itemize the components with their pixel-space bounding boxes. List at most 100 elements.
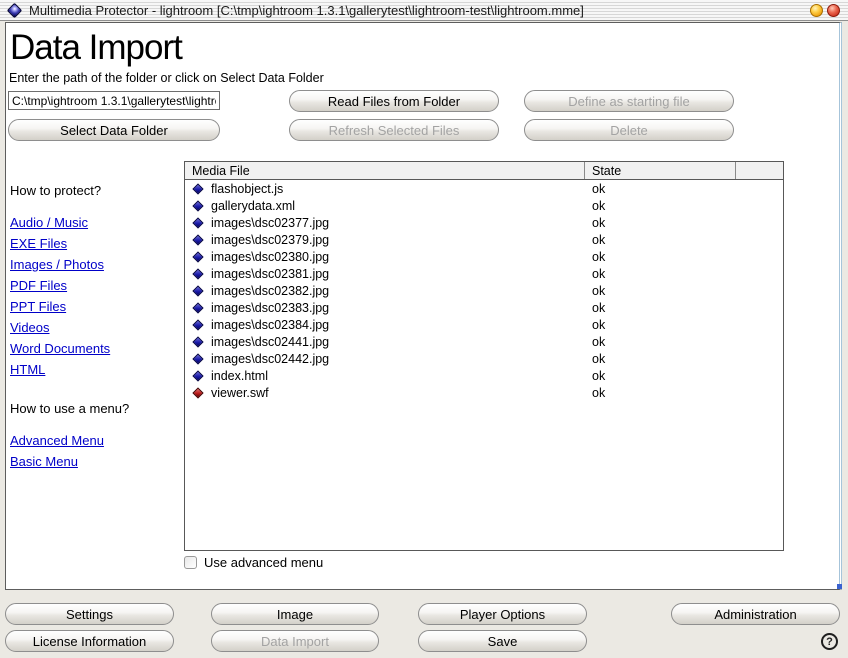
folder-path-input[interactable] [8, 91, 220, 110]
sidebar-link-row: Advanced Menu [10, 433, 182, 454]
administration-button[interactable]: Administration [671, 603, 840, 625]
file-cell: images\dsc02442.jpg [185, 352, 584, 366]
file-state: ok [584, 233, 735, 247]
sidebar-link[interactable]: Videos [10, 320, 50, 335]
file-diamond-icon [192, 336, 203, 347]
file-diamond-icon [192, 353, 203, 364]
file-cell: images\dsc02384.jpg [185, 318, 584, 332]
menu-links: Advanced Menu Basic Menu [10, 433, 182, 475]
sidebar-link[interactable]: Advanced Menu [10, 433, 104, 448]
page-subtitle: Enter the path of the folder or click on… [9, 71, 324, 85]
file-name: images\dsc02384.jpg [211, 318, 329, 332]
file-name: index.html [211, 369, 268, 383]
refresh-selected-files-button: Refresh Selected Files [289, 119, 499, 141]
state-column-header[interactable]: State [584, 162, 735, 179]
sidebar-link[interactable]: PPT Files [10, 299, 66, 314]
sidebar-link-row: Basic Menu [10, 454, 182, 475]
protect-heading: How to protect? [10, 183, 182, 199]
image-button[interactable]: Image [211, 603, 379, 625]
file-state: ok [584, 182, 735, 196]
settings-button[interactable]: Settings [5, 603, 174, 625]
table-row[interactable]: images\dsc02381.jpg ok [185, 265, 783, 282]
file-diamond-icon [192, 251, 203, 262]
sidebar-link-row: Videos [10, 320, 182, 341]
file-name: images\dsc02382.jpg [211, 284, 329, 298]
file-state: ok [584, 335, 735, 349]
file-cell: index.html [185, 369, 584, 383]
table-row[interactable]: flashobject.js ok [185, 180, 783, 197]
sidebar-link-row: EXE Files [10, 236, 182, 257]
file-state: ok [584, 216, 735, 230]
select-data-folder-button[interactable]: Select Data Folder [8, 119, 220, 141]
file-state: ok [584, 199, 735, 213]
file-cell: images\dsc02379.jpg [185, 233, 584, 247]
table-row[interactable]: index.html ok [185, 367, 783, 384]
table-row[interactable]: images\dsc02379.jpg ok [185, 231, 783, 248]
file-name: images\dsc02379.jpg [211, 233, 329, 247]
minimize-button[interactable] [810, 4, 823, 17]
file-state: ok [584, 318, 735, 332]
file-cell: images\dsc02441.jpg [185, 335, 584, 349]
file-name: images\dsc02383.jpg [211, 301, 329, 315]
file-diamond-icon [192, 217, 203, 228]
table-row[interactable]: images\dsc02382.jpg ok [185, 282, 783, 299]
table-row[interactable]: images\dsc02384.jpg ok [185, 316, 783, 333]
license-information-button[interactable]: License Information [5, 630, 174, 652]
sidebar-link[interactable]: HTML [10, 362, 45, 377]
titlebar: Multimedia Protector - lightroom [C:\tmp… [0, 0, 848, 21]
file-cell: viewer.swf [185, 386, 584, 400]
data-import-button: Data Import [211, 630, 379, 652]
file-diamond-icon [192, 387, 203, 398]
read-files-from-folder-button[interactable]: Read Files from Folder [289, 90, 499, 112]
file-diamond-icon [192, 268, 203, 279]
media-file-table: Media File State flashobject.js ok galle… [184, 161, 784, 551]
sidebar-link-row: HTML [10, 362, 182, 383]
file-state: ok [584, 352, 735, 366]
sidebar-link-row: Images / Photos [10, 257, 182, 278]
file-name: images\dsc02381.jpg [211, 267, 329, 281]
table-row[interactable]: images\dsc02441.jpg ok [185, 333, 783, 350]
save-button[interactable]: Save [418, 630, 587, 652]
file-diamond-icon [192, 200, 203, 211]
sidebar-link[interactable]: Images / Photos [10, 257, 104, 272]
sidebar-link-row: PPT Files [10, 299, 182, 320]
sidebar-link-row: Audio / Music [10, 215, 182, 236]
extra-column-header [735, 162, 783, 179]
sidebar-link[interactable]: PDF Files [10, 278, 67, 293]
checkbox-icon[interactable] [184, 556, 197, 569]
sidebar-link[interactable]: Word Documents [10, 341, 110, 356]
player-options-button[interactable]: Player Options [418, 603, 587, 625]
file-cell: images\dsc02381.jpg [185, 267, 584, 281]
sidebar-link[interactable]: Audio / Music [10, 215, 88, 230]
table-row[interactable]: images\dsc02380.jpg ok [185, 248, 783, 265]
file-cell: images\dsc02383.jpg [185, 301, 584, 315]
file-cell: images\dsc02380.jpg [185, 250, 584, 264]
protect-links: Audio / Music EXE Files Images / Photos … [10, 215, 182, 383]
file-cell: images\dsc02382.jpg [185, 284, 584, 298]
file-name: images\dsc02377.jpg [211, 216, 329, 230]
help-icon[interactable]: ? [821, 633, 838, 650]
app-gem-icon [7, 2, 23, 18]
file-name: gallerydata.xml [211, 199, 295, 213]
table-row[interactable]: gallerydata.xml ok [185, 197, 783, 214]
file-name: flashobject.js [211, 182, 283, 196]
table-header: Media File State [185, 162, 783, 180]
close-button[interactable] [827, 4, 840, 17]
file-state: ok [584, 284, 735, 298]
file-list: flashobject.js ok gallerydata.xml ok ima… [185, 180, 783, 401]
file-diamond-icon [192, 302, 203, 313]
file-state: ok [584, 369, 735, 383]
sidebar-link-row: Word Documents [10, 341, 182, 362]
table-row[interactable]: images\dsc02377.jpg ok [185, 214, 783, 231]
file-name: images\dsc02442.jpg [211, 352, 329, 366]
sidebar-link[interactable]: Basic Menu [10, 454, 78, 469]
file-name: images\dsc02441.jpg [211, 335, 329, 349]
table-row[interactable]: viewer.swf ok [185, 384, 783, 401]
table-row[interactable]: images\dsc02442.jpg ok [185, 350, 783, 367]
table-row[interactable]: images\dsc02383.jpg ok [185, 299, 783, 316]
sidebar-link[interactable]: EXE Files [10, 236, 67, 251]
file-diamond-icon [192, 183, 203, 194]
use-advanced-menu-checkbox[interactable]: Use advanced menu [184, 555, 323, 570]
media-file-column-header[interactable]: Media File [185, 162, 584, 179]
file-state: ok [584, 250, 735, 264]
